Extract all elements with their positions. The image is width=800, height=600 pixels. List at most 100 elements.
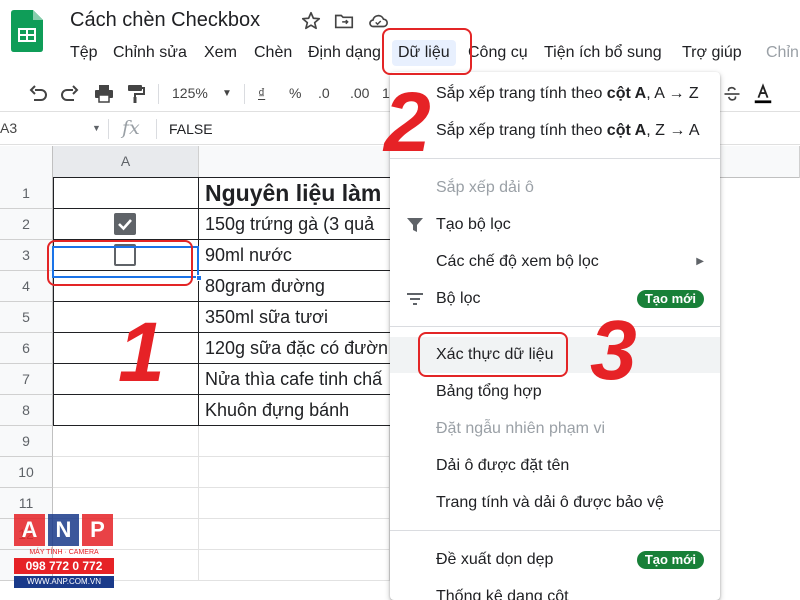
protected-ranges-item[interactable]: Trang tính và dải ô được bảo vệ (390, 485, 720, 521)
increase-decimal-button[interactable]: .00 (350, 85, 369, 101)
cell-a[interactable] (53, 426, 199, 457)
formula-input[interactable]: FALSE (169, 121, 213, 137)
new-badge: Tạo mới (636, 551, 704, 569)
name-box[interactable]: A3 (0, 120, 17, 136)
currency-format-button[interactable]: ₫ (258, 85, 265, 101)
cell-a[interactable] (53, 178, 199, 209)
watermark-letter-p: P (82, 514, 113, 546)
text-color-icon[interactable] (752, 82, 774, 106)
row-header[interactable]: 7 (0, 364, 53, 395)
menu-addons[interactable]: Tiện ích bổ sung (544, 40, 662, 66)
menu-edit[interactable]: Chỉnh sửa (113, 40, 187, 66)
named-ranges-item[interactable]: Dải ô được đặt tên (390, 448, 720, 484)
document-title[interactable]: Cách chèn Checkbox (70, 9, 260, 32)
zoom-select[interactable]: 125% (172, 85, 208, 101)
menu-file[interactable]: Tệp (70, 40, 98, 66)
table-header-cell[interactable]: Nguyên liệu làm (198, 178, 390, 209)
slicer-item[interactable]: Bộ lọc Tạo mới (390, 281, 720, 317)
menu-last-edit[interactable]: Chỉn (766, 40, 799, 66)
paint-format-icon[interactable] (124, 82, 148, 106)
slicer-label: Bộ lọc (436, 290, 481, 307)
watermark-phone: 098 772 0 772 (14, 558, 114, 574)
ingredient-cell[interactable]: 90ml nước (198, 240, 390, 271)
menu-help[interactable]: Trợ giúp (682, 40, 742, 66)
fill-handle[interactable] (196, 275, 202, 281)
toolbar-separator (244, 84, 245, 104)
watermark-letter-n: N (48, 514, 79, 546)
toolbar-separator (158, 84, 159, 104)
menu-format[interactable]: Định dạng (308, 40, 381, 66)
google-sheets-logo-icon[interactable] (11, 10, 43, 52)
row-header[interactable]: 5 (0, 302, 53, 333)
cell-a[interactable] (53, 457, 199, 488)
menu-view[interactable]: Xem (204, 40, 237, 66)
name-box-dropdown-icon[interactable]: ▼ (92, 123, 101, 133)
cell-a[interactable] (53, 395, 199, 426)
sort-asc-column: cột A (606, 85, 647, 102)
ingredient-cell[interactable]: Nửa thìa cafe tinh chấ (198, 364, 390, 395)
watermark-subtitle: MÁY TÍNH · CAMERA (29, 549, 99, 556)
watermark-letter-a: A (14, 514, 45, 546)
ingredient-cell[interactable]: 350ml sữa tươi (198, 302, 390, 333)
annotation-box-data-validation (418, 332, 568, 377)
redo-icon[interactable] (58, 82, 82, 106)
formula-bar-separator (156, 119, 157, 139)
row-header[interactable]: 9 (0, 426, 53, 457)
sort-sheet-a-z-item[interactable]: Sắp xếp trang tính theo cột A, A → Z (390, 76, 720, 112)
sort-desc-column: cột A (606, 122, 647, 139)
cell-b[interactable] (199, 457, 390, 488)
fx-icon: fx (122, 117, 140, 139)
zoom-dropdown-icon[interactable]: ▼ (222, 88, 232, 99)
row-header[interactable]: 10 (0, 457, 53, 488)
table-top-border (53, 177, 390, 178)
annotation-box-data-menu (382, 28, 472, 75)
ingredient-cell[interactable]: Khuôn đựng bánh (198, 395, 390, 426)
cleanup-suggestions-item[interactable]: Đề xuất dọn dẹp Tạo mới (390, 542, 720, 578)
sort-sheet-z-a-item[interactable]: Sắp xếp trang tính theo cột A, Z → A (390, 113, 720, 149)
slicer-icon (407, 293, 423, 305)
filter-views-item[interactable]: Các chế độ xem bộ lọc ▶ (390, 244, 720, 280)
row-header[interactable]: 1 (0, 178, 53, 209)
row-header[interactable]: 2 (0, 209, 53, 240)
row-header[interactable]: 3 (0, 240, 53, 271)
row-header[interactable]: 6 (0, 333, 53, 364)
annotation-number-three: 3 (590, 303, 637, 397)
row-header[interactable]: 4 (0, 271, 53, 302)
menu-separator (390, 158, 720, 159)
pivot-table-item[interactable]: Bảng tổng hợp (390, 374, 720, 410)
ingredient-cell[interactable]: 150g trứng gà (3 quả (198, 209, 390, 240)
randomize-range-item[interactable]: Đặt ngẫu nhiên phạm vi (390, 411, 720, 447)
cell-b[interactable] (199, 488, 390, 519)
undo-icon[interactable] (26, 82, 50, 106)
row-header[interactable]: 8 (0, 395, 53, 426)
ingredient-cell[interactable]: 120g sữa đặc có đườn (198, 333, 390, 364)
select-all-corner[interactable] (0, 146, 53, 178)
cell-b[interactable] (199, 550, 390, 581)
formula-bar-separator (108, 119, 109, 139)
print-icon[interactable] (92, 82, 116, 106)
menu-tools[interactable]: Công cụ (468, 40, 528, 66)
sort-asc-label: Sắp xếp trang tính theo (436, 85, 607, 102)
percent-format-button[interactable]: % (289, 85, 301, 101)
ingredient-cell[interactable]: 80gram đường (198, 271, 390, 302)
new-badge: Tạo mới (636, 290, 704, 308)
menu-separator (390, 530, 720, 531)
cell-b[interactable] (199, 519, 390, 550)
menu-separator (390, 326, 720, 327)
strikethrough-icon[interactable] (722, 82, 742, 106)
column-stats-item[interactable]: Thống kê dạng cột (390, 579, 720, 600)
cell-b[interactable] (199, 426, 390, 457)
annotation-box-cell-a3 (47, 240, 193, 286)
watermark-url: WWW.ANP.COM.VN (14, 576, 114, 588)
submenu-arrow-icon: ▶ (696, 256, 704, 267)
cleanup-label: Đề xuất dọn dẹp (436, 551, 554, 568)
sort-desc-suffix: , Z → A (646, 122, 700, 139)
create-filter-item[interactable]: Tạo bộ lọc (390, 207, 720, 243)
column-header-a[interactable]: A (53, 146, 199, 178)
sort-range-item[interactable]: Sắp xếp dải ô (390, 170, 720, 206)
checkbox-checked[interactable] (114, 213, 136, 235)
menu-insert[interactable]: Chèn (254, 40, 292, 66)
move-to-folder-icon[interactable] (333, 10, 355, 32)
decrease-decimal-button[interactable]: .0 (318, 85, 330, 101)
star-icon[interactable] (300, 10, 322, 32)
